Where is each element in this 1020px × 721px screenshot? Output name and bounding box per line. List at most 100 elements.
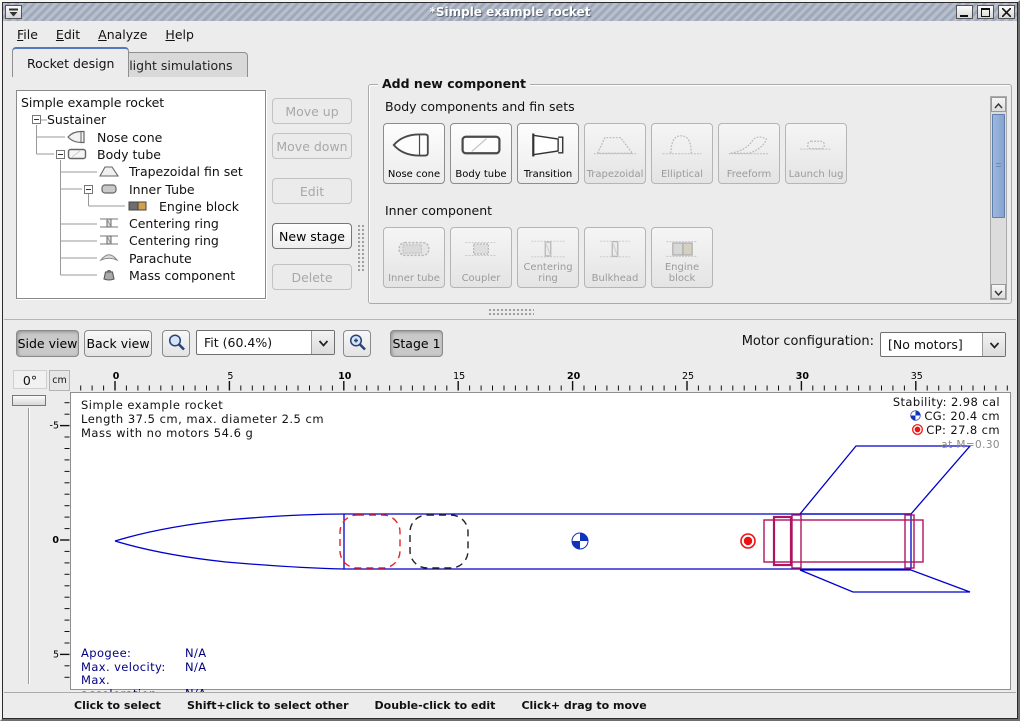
elliptical-fin-icon xyxy=(652,129,712,161)
centering-ring-2-outline[interactable] xyxy=(905,515,914,568)
rocket-length: Length 37.5 cm, max. diameter 2.5 cm xyxy=(81,412,324,426)
component-panel-scrollbar[interactable] xyxy=(990,96,1007,300)
tree-item-body-tube[interactable]: Body tube xyxy=(17,146,265,163)
parachute-outline[interactable] xyxy=(340,515,400,568)
body-tube-outline[interactable] xyxy=(344,514,911,569)
component-button-row: Nose coneBody tubeTransitionTrapezoidalE… xyxy=(383,123,847,184)
add-transition-button[interactable]: Transition xyxy=(517,123,579,184)
mass-component-outline[interactable] xyxy=(410,515,468,568)
bulkhead-icon xyxy=(585,233,645,265)
hint-shift-click-to-select-other: Shift+click to select other xyxy=(187,699,349,712)
flight-stat-label: Apogee: xyxy=(81,647,185,661)
tree-item-centering-ring[interactable]: Centering ring xyxy=(17,215,265,232)
tree-item-nose-cone[interactable]: Nose cone xyxy=(17,129,265,146)
fin-upper[interactable] xyxy=(800,446,970,514)
engine-block-outline[interactable] xyxy=(774,517,791,565)
motor-configuration-select[interactable]: [No motors] xyxy=(880,332,1006,357)
delete-button: Delete xyxy=(272,264,352,290)
tree-item-sustainer[interactable]: Sustainer xyxy=(17,111,265,128)
component-button-label: Elliptical xyxy=(653,170,711,181)
window-title: *Simple example rocket xyxy=(3,5,1017,19)
tree-item-label: Nose cone xyxy=(97,129,162,146)
window-menu-button[interactable] xyxy=(5,5,22,19)
add-new-component-panel: Add new component Body components and fi… xyxy=(368,84,1012,304)
parachute-icon xyxy=(99,251,123,266)
scroll-down-icon xyxy=(994,284,1003,299)
component-button-label: Inner tube xyxy=(385,274,443,285)
new-stage-button[interactable]: New stage xyxy=(272,223,352,249)
scrollbar-thumb[interactable] xyxy=(992,114,1005,218)
edit-button: Edit xyxy=(272,178,352,204)
body-tube-icon xyxy=(451,129,511,161)
tab-rocket-design[interactable]: Rocket design xyxy=(12,47,129,77)
add-freeform-button: Freeform xyxy=(718,123,780,184)
freeform-fin-icon xyxy=(719,129,779,161)
maximize-button[interactable] xyxy=(977,5,994,19)
add-nose-cone-button[interactable]: Nose cone xyxy=(383,123,445,184)
component-button-label: Centering ring xyxy=(519,263,577,284)
scroll-up-button[interactable] xyxy=(991,97,1006,112)
tree-action-buttons: Move upMove downEditNew stageDelete xyxy=(272,98,352,298)
svg-text:5: 5 xyxy=(227,371,233,382)
chevron-down-glyph xyxy=(318,335,329,350)
collapse-expander-icon[interactable] xyxy=(56,150,65,159)
rotation-slider-track[interactable] xyxy=(28,408,30,684)
tree-item-simple-example-rocket[interactable]: Simple example rocket xyxy=(17,94,265,111)
zoom-in-button[interactable] xyxy=(343,330,371,357)
zoom-out-button[interactable] xyxy=(162,330,190,357)
tree-item-label: Trapezoidal fin set xyxy=(129,163,243,180)
menu-file[interactable]: File xyxy=(8,24,47,45)
centering-ring-icon xyxy=(99,216,123,231)
add-body-tube-button[interactable]: Body tube xyxy=(450,123,512,184)
chevron-down-icon[interactable] xyxy=(311,331,334,354)
collapse-expander-icon[interactable] xyxy=(84,185,93,194)
zoom-select[interactable]: Fit (60.4%) xyxy=(196,330,335,355)
component-button-label: Body tube xyxy=(452,170,510,181)
scroll-down-button[interactable] xyxy=(991,284,1006,299)
svg-text:0: 0 xyxy=(52,535,59,546)
component-tree[interactable]: Simple example rocketSustainerNose coneB… xyxy=(16,90,266,299)
vertical-splitter-handle[interactable] xyxy=(357,224,364,272)
tree-item-inner-tube[interactable]: Inner Tube xyxy=(17,181,265,198)
titlebar: *Simple example rocket xyxy=(3,3,1017,21)
flight-stat-max-velocity: Max. velocity:N/A xyxy=(81,661,207,675)
menu-edit[interactable]: Edit xyxy=(47,24,89,45)
tree-item-trapezoidal-fin-set[interactable]: Trapezoidal fin set xyxy=(17,163,265,180)
nose-cone-outline[interactable] xyxy=(115,514,344,569)
rotation-value: 0° xyxy=(13,370,47,389)
groupbox-title: Add new component xyxy=(378,76,530,91)
tree-item-mass-component[interactable]: Mass component xyxy=(17,267,265,284)
menu-analyze[interactable]: Analyze xyxy=(89,24,156,45)
inner-tube-icon xyxy=(384,233,444,265)
inner-tube-outline[interactable] xyxy=(764,520,923,562)
hint-double-click-to-edit: Double-click to edit xyxy=(375,699,496,712)
engine-block-icon xyxy=(652,233,712,265)
cp-label: CP: xyxy=(926,423,946,437)
engine-block-icon xyxy=(127,199,151,214)
vertical-ruler: -505 xyxy=(48,392,70,690)
chevron-down-glyph xyxy=(989,337,1000,352)
fin-lower[interactable] xyxy=(800,570,970,592)
collapse-expander-icon[interactable] xyxy=(32,115,41,124)
tree-item-centering-ring[interactable]: Centering ring xyxy=(17,232,265,249)
centering-ring-1-outline[interactable] xyxy=(792,515,801,568)
rotation-slider-handle[interactable] xyxy=(12,395,46,406)
tree-item-label: Centering ring xyxy=(129,232,219,249)
tree-item-label: Mass component xyxy=(129,267,235,284)
chevron-down-icon[interactable] xyxy=(982,333,1005,356)
mass-component-icon xyxy=(99,268,123,283)
cp-marker xyxy=(741,534,755,548)
minimize-button[interactable] xyxy=(956,5,973,19)
motor-configuration-label: Motor configuration: xyxy=(742,334,874,349)
back-view-button[interactable]: Back view xyxy=(84,330,152,357)
rocket-design-canvas[interactable]: Simple example rocket Length 37.5 cm, ma… xyxy=(70,392,1011,690)
horizontal-splitter-handle[interactable] xyxy=(488,308,534,317)
tree-item-parachute[interactable]: Parachute xyxy=(17,250,265,267)
stage-1-toggle[interactable]: Stage 1 xyxy=(390,330,443,357)
move-up-button: Move up xyxy=(272,98,352,124)
close-button[interactable] xyxy=(998,5,1015,19)
menu-help[interactable]: Help xyxy=(156,24,203,45)
tree-item-engine-block[interactable]: Engine block xyxy=(17,198,265,215)
side-view-button[interactable]: Side view xyxy=(16,330,79,357)
cp-icon xyxy=(912,424,923,439)
